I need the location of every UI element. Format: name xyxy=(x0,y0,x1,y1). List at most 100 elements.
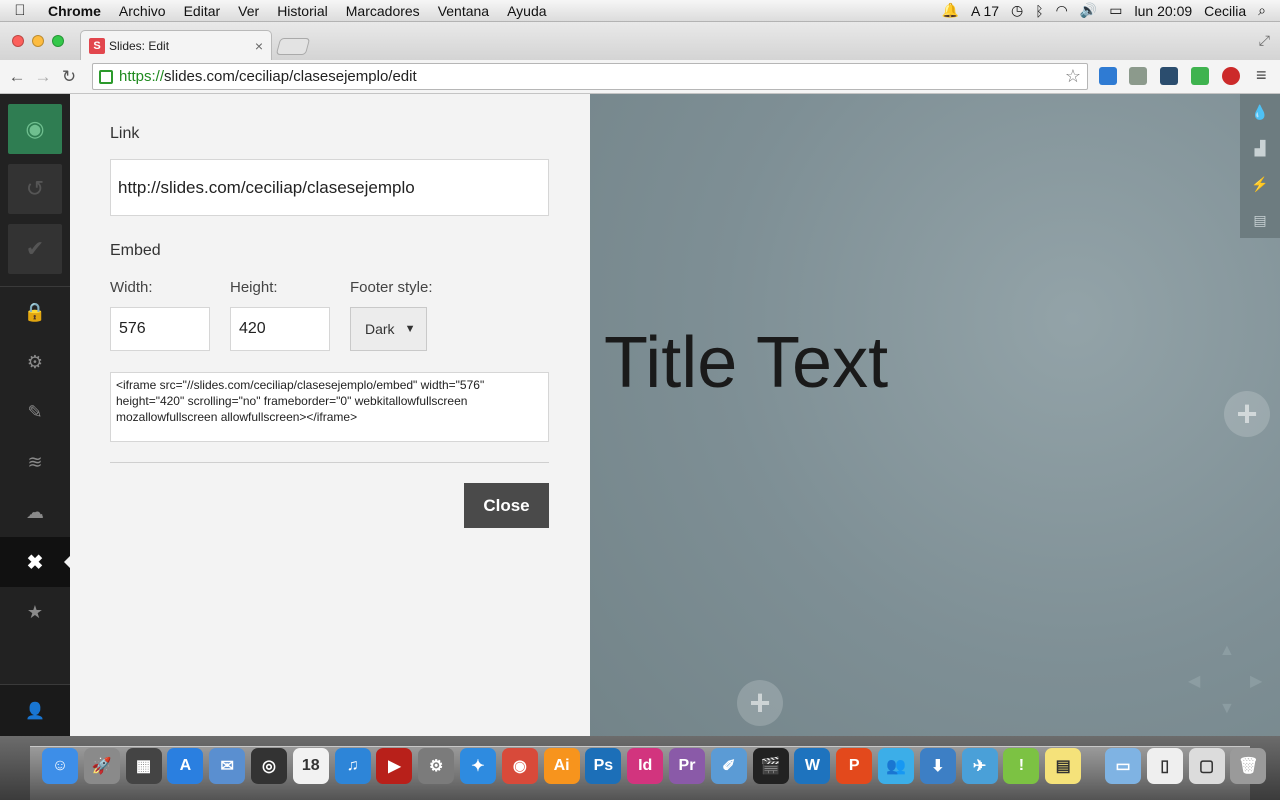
system-preferences-icon[interactable]: ⚙ xyxy=(418,748,455,784)
sidebar-item-import[interactable]: ☁ xyxy=(0,487,70,537)
menu-ver[interactable]: Ver xyxy=(229,3,268,19)
chrome-menu-icon[interactable]: ≡ xyxy=(1256,65,1267,86)
spotlight-icon[interactable]: ⌕ xyxy=(1258,2,1266,19)
slide-title[interactable]: Title Text xyxy=(604,322,888,404)
launchpad-icon[interactable]: 🚀 xyxy=(83,748,120,784)
itunes-icon[interactable]: ♫ xyxy=(334,748,371,784)
dvd-player-icon[interactable]: ▶ xyxy=(376,748,413,784)
menu-app-name[interactable]: Chrome xyxy=(40,3,110,19)
back-arrow-icon[interactable]: ← xyxy=(4,67,30,87)
embed-code-field[interactable]: <iframe src="//slides.com/ceciliap/clase… xyxy=(110,372,549,442)
window-zoom-button[interactable] xyxy=(52,35,64,47)
footer-style-select[interactable]: Dark ▼ xyxy=(350,307,427,351)
preview-button[interactable]: ◉ xyxy=(8,104,62,154)
width-field[interactable] xyxy=(110,307,210,351)
nav-down-arrow-icon[interactable]: ▼ xyxy=(1219,700,1235,718)
wifi-icon[interactable]: ◠ xyxy=(1056,2,1068,19)
save-icon: ✔ xyxy=(25,236,45,261)
mail-icon[interactable]: ✉ xyxy=(209,748,246,784)
nav-right-arrow-icon[interactable]: ▶ xyxy=(1250,671,1262,691)
messenger-icon[interactable]: 👥 xyxy=(878,748,914,784)
add-slide-below-button[interactable]: + xyxy=(737,680,783,726)
chevron-down-icon: ▼ xyxy=(404,323,416,335)
browser-tab[interactable]: S Slides: Edit × xyxy=(80,30,272,60)
menu-historial[interactable]: Historial xyxy=(268,3,337,19)
photoshop-icon[interactable]: Ps xyxy=(585,748,622,784)
folder-icon[interactable]: ▭ xyxy=(1105,748,1141,784)
powerpoint-icon[interactable]: P xyxy=(836,748,873,784)
evernote-extension-icon[interactable] xyxy=(1191,67,1209,85)
brush-icon: ✎ xyxy=(27,401,43,422)
sidebar-item-privacy[interactable]: 🔒 xyxy=(0,287,70,337)
safari-icon[interactable]: ✦ xyxy=(460,748,496,784)
network-icon[interactable]: ✈ xyxy=(961,748,998,784)
stickies-icon[interactable]: ▤ xyxy=(1045,748,1082,784)
book-icon[interactable]: ▤ xyxy=(1240,202,1280,238)
new-tab-button[interactable] xyxy=(275,38,311,55)
volume-icon[interactable]: 🔊 xyxy=(1080,2,1097,19)
tab-close-icon[interactable]: × xyxy=(255,38,263,54)
translate-extension-icon[interactable] xyxy=(1099,67,1117,85)
user-account-button[interactable]: 👤 xyxy=(0,684,70,736)
downloads-app-icon[interactable]: ⬇ xyxy=(919,748,956,784)
undo-button[interactable]: ↺ xyxy=(8,164,62,214)
close-button[interactable]: Close xyxy=(464,483,549,528)
bookmark-star-icon[interactable]: ☆ xyxy=(1065,66,1081,87)
dashboard-icon[interactable]: ▦ xyxy=(125,748,162,784)
address-bar[interactable]: https:// slides.com/ceciliap/clasesejemp… xyxy=(92,63,1088,90)
sidebar-item-style[interactable]: ✎ xyxy=(0,387,70,437)
photo-booth-icon[interactable]: ◎ xyxy=(251,748,287,784)
forward-arrow-icon[interactable]: → xyxy=(30,67,56,87)
time-machine-icon[interactable]: ◷ xyxy=(1011,2,1023,19)
sidebar-item-layers[interactable]: ≋ xyxy=(0,437,70,487)
app-store-icon[interactable]: A xyxy=(167,748,204,784)
indesign-icon[interactable]: Id xyxy=(627,748,664,784)
sidebar-item-settings[interactable]: ⚙ xyxy=(0,337,70,387)
chrome-icon[interactable]: ◉ xyxy=(501,748,538,784)
menu-editar[interactable]: Editar xyxy=(175,3,230,19)
apple-menu-icon[interactable]:  xyxy=(0,2,40,19)
adobe-status-icon[interactable]: A 17 xyxy=(971,3,999,19)
finder-icon[interactable]: ☺ xyxy=(42,748,78,784)
preview-app-icon[interactable]: ✐ xyxy=(710,748,747,784)
bluetooth-icon[interactable]: ᛒ xyxy=(1035,3,1043,19)
calendar-icon[interactable]: 18 xyxy=(292,748,329,784)
slide-canvas[interactable]: Title Text 💧 ▟ ⚡ ▤ + + ▲ ◀ ▶ ▼ xyxy=(590,94,1280,736)
extension-icon[interactable] xyxy=(1129,67,1147,85)
window-close-button[interactable] xyxy=(12,35,24,47)
color-drop-icon[interactable]: 💧 xyxy=(1240,94,1280,130)
word-icon[interactable]: W xyxy=(794,748,831,784)
trash-icon[interactable]: 🗑 xyxy=(1230,748,1267,784)
sidebar-item-favorite[interactable]: ★ xyxy=(0,587,70,637)
window-minimize-button[interactable] xyxy=(32,35,44,47)
sidebar-item-close-share[interactable]: ✖ xyxy=(0,537,70,587)
evernote-icon[interactable]: ! xyxy=(1003,748,1040,784)
menu-marcadores[interactable]: Marcadores xyxy=(337,3,429,19)
save-button[interactable]: ✔ xyxy=(8,224,62,274)
camera-extension-icon[interactable] xyxy=(1160,67,1178,85)
final-cut-icon[interactable]: 🎬 xyxy=(752,748,789,784)
editor-sidebar: ◉ ↺ ✔ 🔒 ⚙ ✎ ≋ ☁ ✖ ★ 👤 xyxy=(0,94,70,736)
adblock-extension-icon[interactable] xyxy=(1222,67,1240,85)
lightning-icon[interactable]: ⚡ xyxy=(1240,166,1280,202)
nav-left-arrow-icon[interactable]: ◀ xyxy=(1188,671,1200,691)
add-slide-right-button[interactable]: + xyxy=(1224,391,1270,437)
adobe-count: 17 xyxy=(983,2,1000,19)
fullscreen-icon[interactable]: ⤢ xyxy=(1259,32,1270,49)
clock[interactable]: lun 20:09 xyxy=(1135,3,1193,19)
document-icon[interactable]: ▯ xyxy=(1146,748,1183,784)
notification-icon[interactable]: 🔔 xyxy=(942,2,959,19)
user-name[interactable]: Cecilia xyxy=(1204,3,1246,19)
reload-icon[interactable]: ↻ xyxy=(56,67,82,87)
chart-icon[interactable]: ▟ xyxy=(1240,130,1280,166)
height-field[interactable] xyxy=(230,307,330,351)
link-url-field[interactable] xyxy=(110,159,549,216)
nav-up-arrow-icon[interactable]: ▲ xyxy=(1219,642,1235,660)
illustrator-icon[interactable]: Ai xyxy=(543,748,580,784)
menu-ayuda[interactable]: Ayuda xyxy=(498,3,555,19)
menu-ventana[interactable]: Ventana xyxy=(429,3,498,19)
premiere-icon[interactable]: Pr xyxy=(669,748,705,784)
window-icon[interactable]: ▢ xyxy=(1188,748,1225,784)
battery-icon[interactable]: ▭ xyxy=(1109,2,1122,19)
menu-archivo[interactable]: Archivo xyxy=(110,3,175,19)
